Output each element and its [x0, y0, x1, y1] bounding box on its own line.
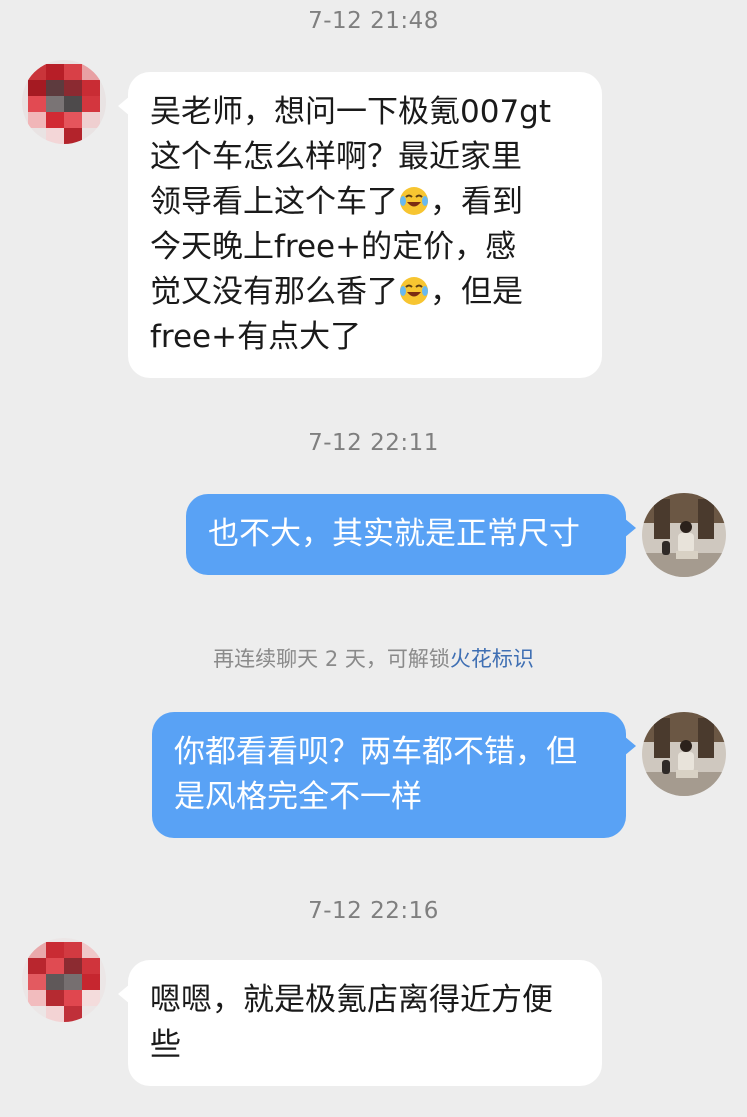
- timestamp: 7-12 21:48: [308, 8, 439, 34]
- message-bubble-incoming[interactable]: 嗯嗯，就是极氪店离得近方便 些: [118, 960, 602, 1086]
- message-bubble-outgoing[interactable]: 也不大，其实就是正常尺寸: [186, 494, 636, 575]
- message-bubble-outgoing[interactable]: 你都看看呗？两车都不错，但 是风格完全不一样: [152, 712, 636, 838]
- message-text: 嗯嗯，就是极氪店离得近方便 些: [150, 982, 553, 1063]
- pixelated-avatar-icon: [22, 938, 106, 1022]
- laughing-crying-emoji-icon: [398, 275, 430, 307]
- user-photo-avatar-icon: [642, 493, 726, 577]
- pixelated-avatar-icon: [22, 60, 106, 144]
- spark-badge-link[interactable]: 火花标识: [450, 647, 534, 671]
- timestamp: 7-12 22:16: [308, 898, 439, 924]
- message-text: 也不大，其实就是正常尺寸: [208, 516, 580, 552]
- message-text: 你都看看呗？两车都不错，但 是风格完全不一样: [174, 734, 577, 815]
- notice-text: 再连续聊天 2 天，可解锁: [213, 647, 450, 671]
- laughing-crying-emoji-icon: [398, 185, 430, 217]
- contact-avatar[interactable]: [22, 938, 106, 1022]
- contact-avatar[interactable]: [22, 60, 106, 144]
- spark-unlock-notice: 再连续聊天 2 天，可解锁火花标识: [0, 643, 747, 673]
- my-avatar[interactable]: [642, 712, 726, 796]
- message-bubble-incoming[interactable]: 吴老师，想问一下极氪007gt 这个车怎么样啊？最近家里 领导看上这个车了 ，看到…: [118, 72, 602, 378]
- timestamp: 7-12 22:11: [308, 430, 439, 456]
- my-avatar[interactable]: [642, 493, 726, 577]
- user-photo-avatar-icon: [642, 712, 726, 796]
